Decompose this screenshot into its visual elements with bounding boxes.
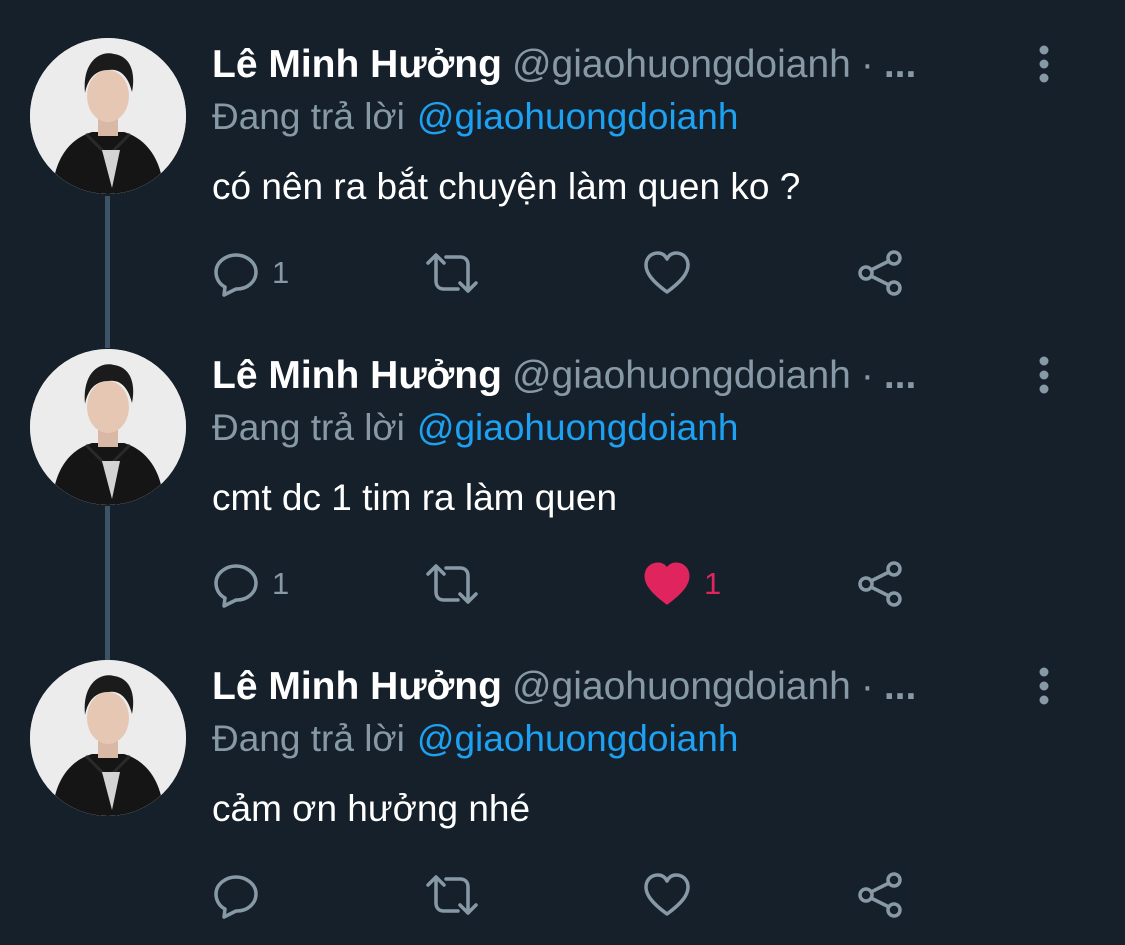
share-button[interactable] <box>856 870 906 920</box>
truncated-ellipsis: ... <box>883 665 917 708</box>
separator-dot: · <box>860 354 874 397</box>
tweet[interactable]: Lê Minh Hưởng @giaohuongdoianh ·... Đang t… <box>0 311 1125 623</box>
more-vertical-icon <box>1039 356 1049 394</box>
avatar-photo-icon <box>30 349 186 505</box>
tweet-actions: 1 1 <box>212 559 932 609</box>
replying-to: Đang trả lời @giaohuongdoianh <box>212 403 738 453</box>
reply-icon <box>214 875 258 919</box>
more-options-button[interactable] <box>1028 44 1060 84</box>
heart-outline-icon <box>644 251 690 294</box>
replying-to: Đang trả lời @giaohuongdoianh <box>212 92 738 142</box>
author-handle[interactable]: @giaohuongdoianh <box>512 43 851 86</box>
like-button[interactable]: 1 <box>642 559 721 609</box>
more-options-button[interactable] <box>1028 666 1060 706</box>
replying-to-label: Đang trả lời <box>212 407 405 448</box>
avatar[interactable] <box>30 38 186 194</box>
heart-filled-icon <box>644 562 690 605</box>
mention-link[interactable]: @giaohuongdoianh <box>417 407 739 448</box>
avatar[interactable] <box>30 349 186 505</box>
retweet-button[interactable] <box>424 559 492 609</box>
retweet-button[interactable] <box>424 870 492 920</box>
replying-to: Đang trả lời @giaohuongdoianh <box>212 714 738 764</box>
tweet-header: Lê Minh Hưởng @giaohuongdoianh ·... <box>212 40 916 90</box>
avatar[interactable] <box>30 660 186 816</box>
more-vertical-icon <box>1039 45 1049 83</box>
like-button[interactable] <box>642 870 704 920</box>
more-vertical-icon <box>1039 667 1049 705</box>
reply-button[interactable]: 1 <box>212 559 289 609</box>
retweet-icon <box>426 564 478 604</box>
reply-icon <box>214 564 258 608</box>
retweet-icon <box>426 253 478 293</box>
replying-to-label: Đang trả lời <box>212 96 405 137</box>
tweet-header: Lê Minh Hưởng @giaohuongdoianh ·... <box>212 662 916 712</box>
reply-button[interactable] <box>212 870 272 920</box>
replying-to-label: Đang trả lời <box>212 718 405 759</box>
like-count: 1 <box>704 566 722 601</box>
like-button[interactable] <box>642 248 704 298</box>
truncated-ellipsis: ... <box>883 43 917 86</box>
truncated-ellipsis: ... <box>883 354 917 397</box>
tweet[interactable]: Lê Minh Hưởng @giaohuongdoianh ·... Đang t… <box>0 622 1125 934</box>
author-name[interactable]: Lê Minh Hưởng <box>212 354 502 397</box>
heart-outline-icon <box>644 873 690 916</box>
avatar-photo-icon <box>30 38 186 194</box>
separator-dot: · <box>860 665 874 708</box>
author-handle[interactable]: @giaohuongdoianh <box>512 354 851 397</box>
mention-link[interactable]: @giaohuongdoianh <box>417 718 739 759</box>
author-name[interactable]: Lê Minh Hưởng <box>212 43 502 86</box>
tweet-text: có nên ra bắt chuyện làm quen ko ? <box>212 166 801 207</box>
more-options-button[interactable] <box>1028 355 1060 395</box>
share-button[interactable] <box>856 248 906 298</box>
author-name[interactable]: Lê Minh Hưởng <box>212 665 502 708</box>
share-icon <box>858 561 902 607</box>
reply-count: 1 <box>272 566 290 601</box>
tweet-actions: 1 <box>212 248 932 298</box>
tweet-text: cảm ơn hưởng nhé <box>212 788 531 829</box>
share-button[interactable] <box>856 559 906 609</box>
retweet-icon <box>426 875 478 915</box>
tweet-header: Lê Minh Hưởng @giaohuongdoianh ·... <box>212 351 916 401</box>
share-icon <box>858 250 902 296</box>
tweet[interactable]: Lê Minh Hưởng @giaohuongdoianh ·... Đang t… <box>0 0 1125 312</box>
share-icon <box>858 872 902 918</box>
mention-link[interactable]: @giaohuongdoianh <box>417 96 739 137</box>
retweet-button[interactable] <box>424 248 492 298</box>
reply-button[interactable]: 1 <box>212 248 289 298</box>
avatar-photo-icon <box>30 660 186 816</box>
tweet-text: cmt dc 1 tim ra làm quen <box>212 477 618 518</box>
reply-count: 1 <box>272 255 290 290</box>
reply-icon <box>214 253 258 297</box>
tweet-actions <box>212 870 932 920</box>
author-handle[interactable]: @giaohuongdoianh <box>512 665 851 708</box>
separator-dot: · <box>860 43 874 86</box>
